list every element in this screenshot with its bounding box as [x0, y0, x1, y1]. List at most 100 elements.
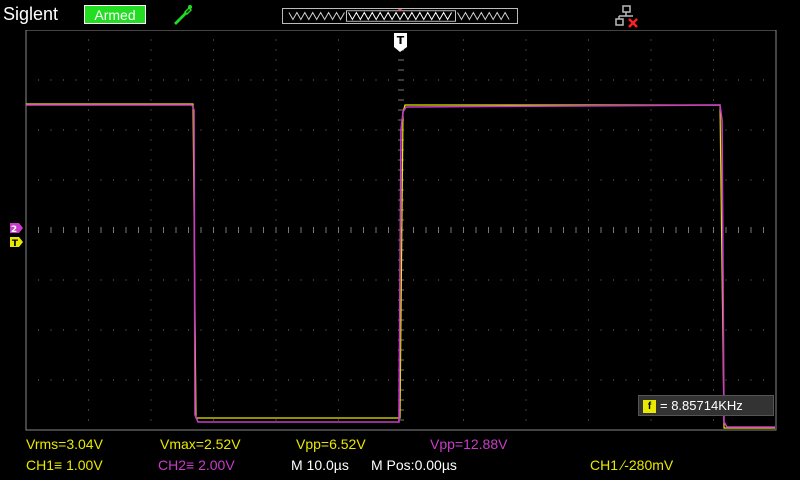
- trigger-level-marker[interactable]: T: [10, 237, 23, 249]
- grid-dot: [88, 409, 89, 411]
- grid-dot: [625, 179, 627, 181]
- grid-dot: [275, 279, 277, 281]
- grid-dot: [88, 119, 89, 121]
- grid-dot: [38, 379, 39, 381]
- grid-dot: [88, 389, 89, 391]
- grid-dot: [150, 259, 152, 261]
- grid-dot: [88, 299, 89, 301]
- grid-dot: [188, 179, 189, 181]
- grid-dot: [650, 349, 652, 351]
- waveform-memory-overview[interactable]: [282, 8, 518, 24]
- horizontal-position[interactable]: M Pos:0.00µs: [371, 457, 457, 473]
- grid-dot: [150, 419, 152, 421]
- grid-dot: [213, 49, 214, 51]
- grid-dot: [150, 299, 152, 301]
- grid-dot: [163, 129, 164, 131]
- grid-dot: [463, 99, 464, 101]
- grid-dot: [150, 109, 152, 111]
- grid-dot: [338, 99, 339, 101]
- grid-dot: [138, 379, 139, 381]
- grid-dot: [525, 349, 527, 351]
- grid-dot: [650, 59, 652, 61]
- grid-dot: [38, 129, 39, 131]
- frequency-badge: f: [643, 400, 656, 414]
- trigger-position-marker[interactable]: T: [394, 33, 407, 52]
- grid-dot: [713, 369, 714, 371]
- grid-dot: [475, 279, 477, 281]
- grid-dot: [338, 49, 339, 51]
- grid-dot: [150, 69, 152, 71]
- grid-dot: [75, 129, 77, 131]
- grid-dot: [563, 179, 564, 181]
- grid-dot: [563, 379, 564, 381]
- grid-dot: [588, 379, 589, 381]
- grid-dot: [688, 379, 689, 381]
- grid-dot: [763, 79, 764, 81]
- grid-dot: [213, 409, 214, 411]
- grid-dot: [338, 199, 339, 201]
- grid-dot: [700, 129, 702, 131]
- grid-dot: [588, 299, 589, 301]
- grid-dot: [763, 279, 764, 281]
- grid-dot: [463, 89, 464, 91]
- grid-dot: [525, 139, 527, 141]
- grid-dot: [713, 169, 714, 171]
- grid-dot: [413, 329, 414, 331]
- grid-dot: [213, 319, 214, 321]
- grid-dot: [375, 129, 377, 131]
- grid-dot: [650, 389, 652, 391]
- grid-dot: [625, 79, 627, 81]
- ch2-scale[interactable]: CH2≡ 2.00V: [158, 457, 235, 473]
- trigger-setting[interactable]: CH1 ∕-280mV: [590, 457, 673, 473]
- grid-dot: [275, 419, 277, 421]
- grid-dot: [213, 59, 214, 61]
- grid-dot: [600, 329, 602, 331]
- grid-dot: [475, 329, 477, 331]
- grid-dot: [713, 319, 714, 321]
- ch1-scale[interactable]: CH1≡ 1.00V: [26, 457, 103, 473]
- acquisition-status-badge: Armed: [84, 5, 146, 24]
- grid-dot: [88, 99, 89, 101]
- grid-dot: [650, 149, 652, 151]
- measurement-vpp-ch1: Vpp=6.52V: [296, 436, 366, 452]
- grid-dot: [488, 279, 489, 281]
- timebase-scale[interactable]: M 10.0µs: [291, 457, 349, 473]
- grid-dot: [463, 329, 464, 331]
- grid-dot: [313, 79, 314, 81]
- grid-dot: [475, 129, 477, 131]
- ch2-offset-marker[interactable]: 2: [10, 223, 23, 235]
- grid-dot: [275, 389, 277, 391]
- waveform-display[interactable]: T 2 T: [0, 30, 800, 432]
- grid-dot: [50, 79, 52, 81]
- grid-dot: [88, 39, 89, 41]
- grid-dot: [488, 129, 489, 131]
- grid-dot: [588, 49, 589, 51]
- grid-dot: [213, 309, 214, 311]
- grid-dot: [325, 379, 327, 381]
- grid-dot: [150, 189, 152, 191]
- grid-dot: [513, 329, 514, 331]
- grid-dot: [525, 319, 527, 321]
- grid-dot: [500, 279, 502, 281]
- grid-dot: [650, 189, 652, 191]
- grid-dot: [388, 279, 389, 281]
- grid-dot: [650, 289, 652, 291]
- grid-dot: [88, 309, 89, 311]
- grid-dot: [300, 179, 302, 181]
- grid-dot: [350, 129, 352, 131]
- grid-dot: [525, 419, 527, 421]
- grid-dot: [750, 279, 752, 281]
- grid-dot: [588, 199, 589, 201]
- grid-dot: [575, 379, 577, 381]
- grid-dot: [463, 419, 464, 421]
- grid-dot: [738, 279, 739, 281]
- grid-dot: [588, 189, 589, 191]
- grid-dot: [425, 279, 427, 281]
- grid-dot: [225, 179, 227, 181]
- grid-dot: [713, 189, 714, 191]
- grid-dot: [275, 339, 277, 341]
- grid-dot: [163, 379, 164, 381]
- grid-dot: [550, 179, 552, 181]
- grid-dot: [438, 179, 439, 181]
- grid-dot: [150, 39, 152, 41]
